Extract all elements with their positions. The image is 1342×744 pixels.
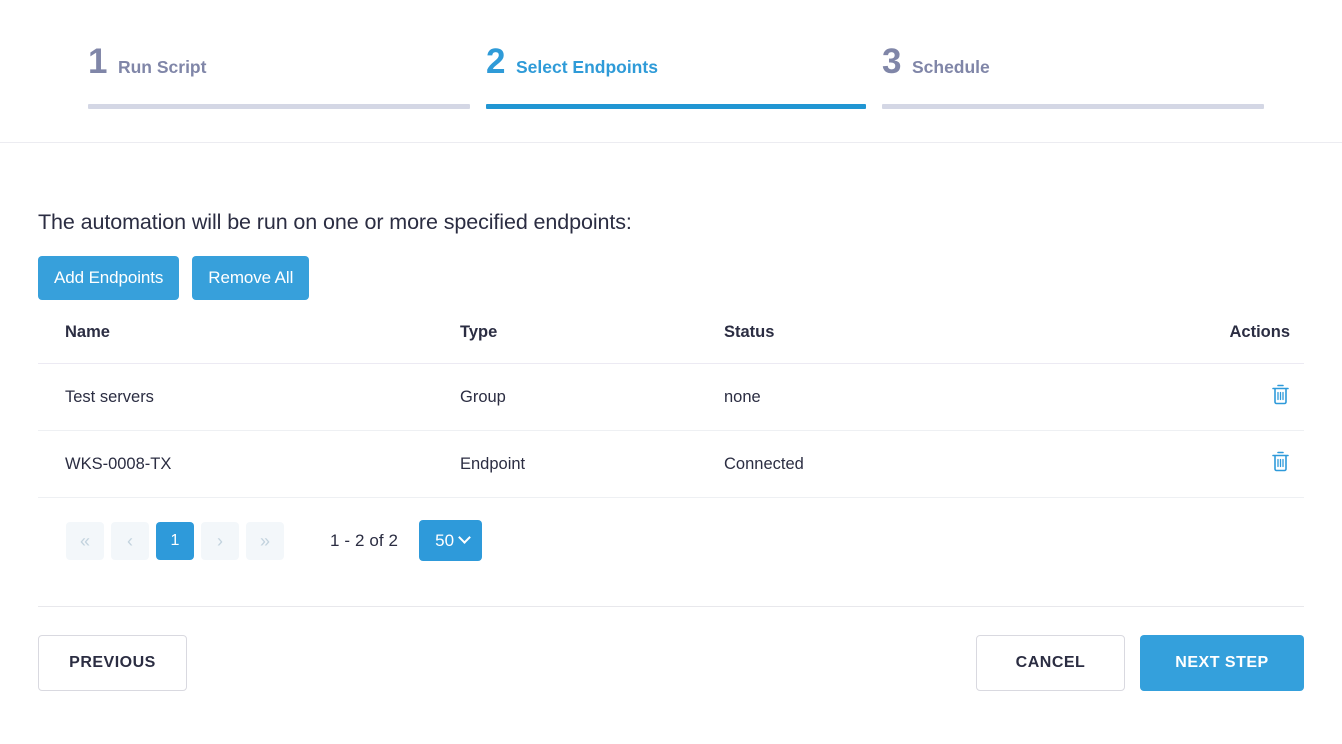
footer-divider — [38, 606, 1304, 607]
endpoints-table-body: Test servers Group none WKS-0008-TX Endp… — [38, 363, 1304, 498]
column-header-actions: Actions — [1174, 323, 1304, 364]
footer-right-actions: CANCEL NEXT STEP — [976, 635, 1304, 691]
table-row: WKS-0008-TX Endpoint Connected — [38, 430, 1304, 498]
step-select-endpoints[interactable]: 2 Select Endpoints — [486, 44, 866, 109]
wizard-footer: PREVIOUS CANCEL NEXT STEP — [38, 635, 1304, 691]
endpoints-table: Name Type Status Actions Test servers Gr… — [38, 323, 1304, 498]
step-select-endpoints-bar — [486, 104, 866, 109]
main-content: The automation will be run on one or mor… — [0, 210, 1342, 691]
delete-row-button[interactable] — [1271, 451, 1290, 472]
cell-actions — [1174, 363, 1304, 431]
pagination-first-button[interactable]: « — [66, 521, 104, 560]
add-endpoints-button[interactable]: Add Endpoints — [38, 256, 180, 300]
endpoint-actions-toolbar: Add Endpoints Remove All — [38, 256, 1304, 300]
endpoints-table-header: Name Type Status Actions — [38, 323, 1304, 364]
step-schedule[interactable]: 3 Schedule — [882, 44, 1264, 109]
step-select-endpoints-number: 2 — [486, 42, 505, 81]
pagination-next-button[interactable]: › — [201, 521, 239, 560]
pagination: « ‹ 1 › » 1 - 2 of 2 50 — [38, 520, 1304, 561]
remove-all-button[interactable]: Remove All — [192, 256, 310, 300]
chevron-down-icon — [458, 531, 471, 544]
previous-button[interactable]: PREVIOUS — [38, 635, 187, 691]
column-header-type: Type — [460, 323, 724, 364]
trash-icon — [1271, 384, 1290, 408]
pagination-range-text: 1 - 2 of 2 — [330, 530, 399, 550]
page-size-value: 50 — [435, 530, 455, 550]
pagination-page-1-button[interactable]: 1 — [156, 521, 194, 560]
step-select-endpoints-label: Select Endpoints — [515, 57, 658, 77]
step-schedule-head: 3 Schedule — [882, 44, 1264, 90]
cell-type: Group — [460, 363, 724, 431]
next-step-button[interactable]: NEXT STEP — [1140, 635, 1304, 691]
step-run-script-number: 1 — [88, 42, 107, 81]
cell-status: Connected — [724, 430, 1174, 498]
step-run-script-head: 1 Run Script — [88, 44, 470, 90]
cell-status: none — [724, 363, 1174, 431]
trash-icon — [1271, 451, 1290, 475]
table-row: Test servers Group none — [38, 363, 1304, 431]
column-header-name: Name — [38, 323, 460, 364]
delete-row-button[interactable] — [1271, 384, 1290, 405]
table-header-row: Name Type Status Actions — [38, 323, 1304, 364]
step-schedule-number: 3 — [882, 42, 901, 81]
cell-type: Endpoint — [460, 430, 724, 498]
cell-name: WKS-0008-TX — [38, 430, 460, 498]
pagination-prev-button[interactable]: ‹ — [111, 521, 149, 560]
step-select-endpoints-head: 2 Select Endpoints — [486, 44, 866, 90]
wizard-stepper: 1 Run Script 2 Select Endpoints 3 Schedu… — [0, 0, 1342, 143]
step-run-script[interactable]: 1 Run Script — [88, 44, 470, 109]
step-run-script-bar — [88, 104, 470, 109]
step-schedule-bar — [882, 104, 1264, 109]
cell-name: Test servers — [38, 363, 460, 431]
column-header-status: Status — [724, 323, 1174, 364]
page-size-select[interactable]: 50 — [419, 520, 483, 561]
page-title: The automation will be run on one or mor… — [38, 210, 632, 234]
step-schedule-label: Schedule — [911, 57, 990, 77]
cancel-button[interactable]: CANCEL — [976, 635, 1125, 691]
cell-actions — [1174, 430, 1304, 498]
pagination-last-button[interactable]: » — [246, 521, 284, 560]
step-run-script-label: Run Script — [117, 57, 207, 77]
